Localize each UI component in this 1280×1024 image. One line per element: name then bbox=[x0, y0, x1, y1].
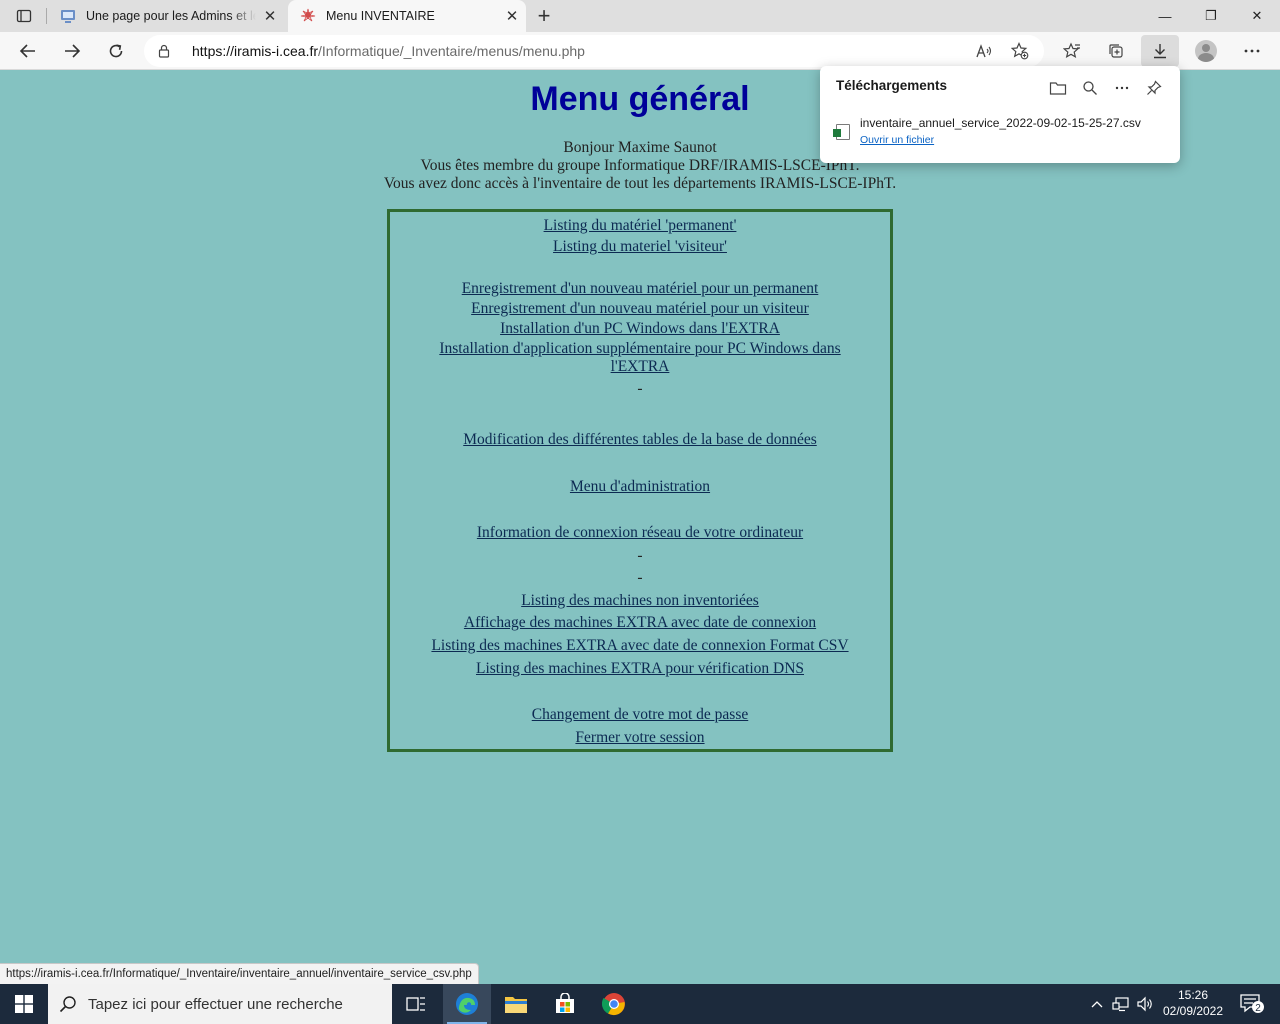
link-changement-mot-de-passe[interactable]: Changement de votre mot de passe bbox=[532, 706, 749, 723]
clock-time: 15:26 bbox=[1177, 988, 1209, 1002]
show-hidden-icons-icon[interactable] bbox=[1086, 984, 1108, 1024]
tab-title: Une page pour les Admins et les bbox=[86, 9, 256, 23]
link-text-line: Installation d'application supplémentair… bbox=[439, 340, 841, 357]
add-favorite-icon[interactable] bbox=[1004, 35, 1036, 67]
page-content: Menu général Bonjour Maxime Saunot Vous … bbox=[0, 70, 1280, 962]
edge-browser-icon[interactable] bbox=[443, 984, 491, 1024]
url-path: /Informatique/_Inventaire/menus/menu.php bbox=[318, 43, 585, 59]
tab-admins[interactable]: Une page pour les Admins et les ✕ bbox=[48, 0, 284, 32]
link-listing-materiel-permanent[interactable]: Listing du matériel 'permanent' bbox=[544, 217, 737, 234]
link-affichage-machines-extra[interactable]: Affichage des machines EXTRA avec date d… bbox=[464, 614, 816, 631]
taskbar-search-box[interactable]: Tapez ici pour effectuer une recherche bbox=[48, 984, 392, 1024]
downloads-title: Téléchargements bbox=[836, 78, 948, 93]
profile-avatar-icon[interactable] bbox=[1190, 35, 1222, 67]
iramis-logo-icon bbox=[300, 8, 316, 24]
link-installation-application[interactable]: Installation d'application supplémentair… bbox=[439, 340, 840, 375]
link-listing-machines-extra-csv[interactable]: Listing des machines EXTRA avec date de … bbox=[431, 637, 848, 654]
status-bar-url: https://iramis-i.cea.fr/Informatique/_In… bbox=[0, 963, 479, 984]
collections-icon[interactable] bbox=[1100, 35, 1132, 67]
tab-title: Menu INVENTAIRE bbox=[326, 9, 435, 23]
tab-actions-icon[interactable] bbox=[8, 4, 40, 28]
refresh-icon[interactable] bbox=[100, 35, 132, 67]
close-window-icon[interactable]: ✕ bbox=[1234, 0, 1280, 32]
restore-icon[interactable]: ❐ bbox=[1188, 0, 1234, 32]
url-text: https://iramis-i.cea.fr/Informatique/_In… bbox=[192, 43, 585, 59]
back-icon[interactable] bbox=[12, 35, 44, 67]
downloads-icon[interactable] bbox=[1141, 35, 1179, 67]
chrome-icon[interactable] bbox=[590, 984, 638, 1024]
url-host: https://iramis-i.cea.fr bbox=[192, 43, 319, 59]
link-listing-machines-extra-dns[interactable]: Listing des machines EXTRA pour vérifica… bbox=[476, 660, 804, 677]
favorites-icon[interactable] bbox=[1056, 35, 1088, 67]
downloads-panel: Téléchargements inventaire_annuel_servic… bbox=[820, 66, 1180, 163]
notification-center-icon[interactable]: 2 bbox=[1232, 984, 1272, 1024]
link-text-line: l'EXTRA bbox=[610, 358, 670, 375]
link-menu-administration[interactable]: Menu d'administration bbox=[570, 478, 710, 495]
download-item[interactable]: inventaire_annuel_service_2022-09-02-15-… bbox=[820, 112, 1180, 152]
system-clock[interactable]: 15:26 02/09/2022 bbox=[1154, 987, 1232, 1019]
link-information-connexion-reseau[interactable]: Information de connexion réseau de votre… bbox=[477, 524, 803, 541]
tab-strip: Une page pour les Admins et les ✕ Menu I… bbox=[0, 0, 1280, 32]
menu-separator-dash: - bbox=[637, 380, 643, 397]
forward-icon[interactable] bbox=[56, 35, 88, 67]
network-icon[interactable] bbox=[1110, 984, 1132, 1024]
link-machines-non-inventoriees[interactable]: Listing des machines non inventoriées bbox=[521, 592, 759, 609]
microsoft-store-icon[interactable] bbox=[541, 984, 589, 1024]
notification-count: 2 bbox=[1255, 1003, 1261, 1014]
clock-date: 02/09/2022 bbox=[1162, 1004, 1224, 1018]
link-enregistrement-visiteur[interactable]: Enregistrement d'un nouveau matériel pou… bbox=[471, 300, 809, 317]
menu-separator-dash: - bbox=[637, 547, 643, 564]
search-downloads-icon[interactable] bbox=[1076, 74, 1104, 102]
link-modification-tables[interactable]: Modification des différentes tables de l… bbox=[463, 431, 817, 448]
admin-page-icon bbox=[60, 8, 76, 24]
link-installation-pc-windows[interactable]: Installation d'un PC Windows dans l'EXTR… bbox=[500, 320, 780, 337]
address-bar[interactable]: https://iramis-i.cea.fr/Informatique/_In… bbox=[144, 35, 1044, 67]
minimize-icon[interactable]: — bbox=[1142, 0, 1188, 32]
menu-box: Listing du matériel 'permanent' Listing … bbox=[387, 209, 893, 752]
volume-icon[interactable] bbox=[1134, 984, 1156, 1024]
search-icon bbox=[48, 995, 88, 1013]
new-tab-icon[interactable]: + bbox=[530, 2, 558, 30]
menu-separator-dash: - bbox=[637, 569, 643, 586]
tab-menu-inventaire[interactable]: Menu INVENTAIRE ✕ bbox=[288, 0, 526, 32]
open-file-link[interactable]: Ouvrir un fichier bbox=[860, 134, 934, 146]
windows-start-icon[interactable] bbox=[0, 984, 48, 1024]
link-fermer-session[interactable]: Fermer votre session bbox=[575, 729, 704, 746]
download-filename: inventaire_annuel_service_2022-09-02-15-… bbox=[860, 116, 1141, 130]
more-options-icon[interactable] bbox=[1236, 35, 1268, 67]
open-folder-icon[interactable] bbox=[1044, 74, 1072, 102]
browser-toolbar: https://iramis-i.cea.fr/Informatique/_In… bbox=[0, 32, 1280, 70]
read-aloud-icon[interactable] bbox=[968, 35, 1000, 67]
welcome-line: Vous avez donc accès à l'inventaire de t… bbox=[383, 175, 897, 192]
close-tab-icon[interactable]: ✕ bbox=[256, 2, 284, 30]
task-view-icon[interactable] bbox=[392, 984, 440, 1024]
close-tab-icon[interactable]: ✕ bbox=[498, 2, 526, 30]
link-listing-materiel-visiteur[interactable]: Listing du materiel 'visiteur' bbox=[553, 238, 727, 255]
more-options-icon[interactable] bbox=[1108, 74, 1136, 102]
tab-separator bbox=[46, 8, 47, 24]
taskbar: Tapez ici pour effectuer une recherche 1… bbox=[0, 984, 1280, 1024]
search-placeholder: Tapez ici pour effectuer une recherche bbox=[88, 995, 343, 1013]
file-explorer-icon[interactable] bbox=[492, 984, 540, 1024]
pin-icon[interactable] bbox=[1140, 74, 1168, 102]
excel-file-icon bbox=[833, 124, 850, 140]
link-enregistrement-permanent[interactable]: Enregistrement d'un nouveau matériel pou… bbox=[462, 280, 819, 297]
lock-icon[interactable] bbox=[144, 44, 184, 58]
